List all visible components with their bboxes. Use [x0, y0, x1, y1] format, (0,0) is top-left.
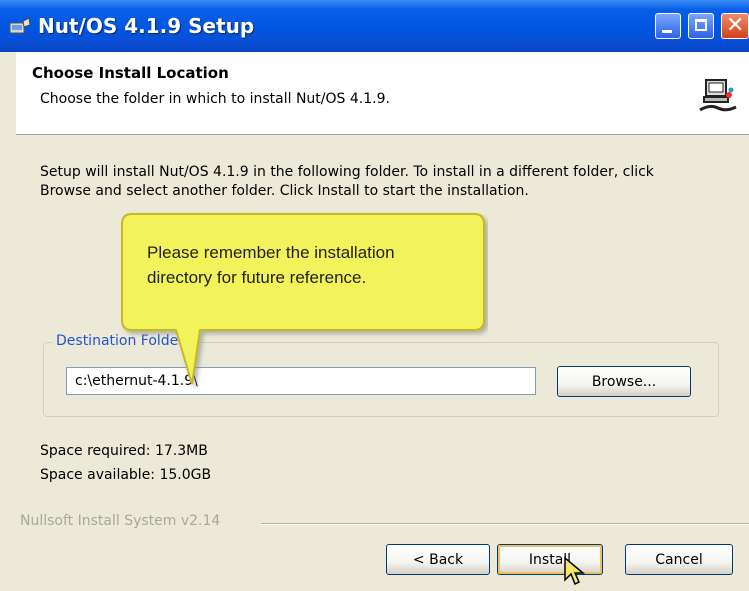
- nsis-branding: Nullsoft Install System v2.14: [20, 513, 221, 529]
- page-title: Choose Install Location: [32, 64, 229, 82]
- browse-button[interactable]: Browse...: [557, 366, 691, 397]
- callout-text: Please remember the installation directo…: [147, 240, 467, 290]
- callout-line-2: directory for future reference.: [147, 268, 367, 287]
- space-available: Space available: 15.0GB: [40, 467, 212, 483]
- window-title: Nut/OS 4.1.9 Setup: [38, 14, 255, 38]
- minimize-icon: [662, 30, 672, 33]
- maximize-icon: [695, 19, 707, 31]
- header-panel: Choose Install Location Choose the folde…: [16, 52, 749, 135]
- minimize-button[interactable]: [655, 13, 681, 39]
- computer-install-icon: [699, 79, 737, 112]
- installer-icon: [9, 17, 31, 34]
- callout-line-1: Please remember the installation: [147, 243, 395, 262]
- maximize-button[interactable]: [688, 13, 714, 39]
- install-button[interactable]: Install: [497, 544, 603, 575]
- page-subtitle: Choose the folder in which to install Nu…: [40, 91, 390, 107]
- back-button[interactable]: < Back: [386, 544, 490, 575]
- intro-line-1: Setup will install Nut/OS 4.1.9 in the f…: [40, 164, 654, 180]
- close-icon: ✕: [726, 13, 745, 38]
- intro-text: Setup will install Nut/OS 4.1.9 in the f…: [40, 163, 730, 201]
- branding-divider: [261, 523, 749, 525]
- intro-line-2: Browse and select another folder. Click …: [40, 183, 529, 199]
- cancel-button[interactable]: Cancel: [625, 544, 733, 575]
- mouse-cursor-icon: [564, 556, 586, 586]
- close-button[interactable]: ✕: [721, 13, 749, 39]
- space-required: Space required: 17.3MB: [40, 443, 208, 459]
- title-bar[interactable]: Nut/OS 4.1.9 Setup ✕: [0, 0, 749, 52]
